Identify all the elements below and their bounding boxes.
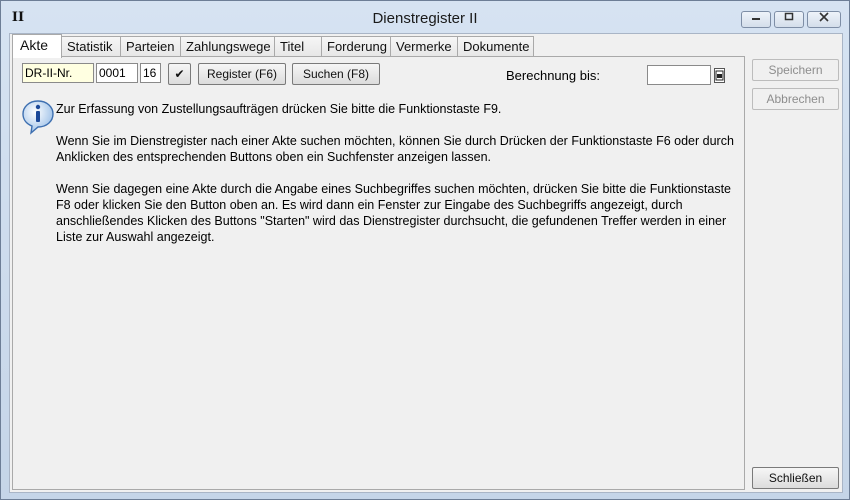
tab-parteien[interactable]: Parteien — [120, 36, 181, 57]
window-title: Dienstregister II — [372, 10, 478, 27]
info-icon — [22, 100, 54, 135]
close-button[interactable] — [807, 11, 841, 28]
info-paragraph-keyword: Wenn Sie dagegen eine Akte durch die Ang… — [56, 182, 731, 244]
tab-zahlungswege[interactable]: Zahlungswege — [180, 36, 275, 57]
app-window: II Dienstregister II Akte Statistik Part… — [0, 0, 850, 500]
info-line-f9: Zur Erfassung von Zustellungsaufträgen d… — [56, 102, 502, 116]
minimize-icon — [752, 18, 760, 20]
check-icon: ✔ — [174, 67, 185, 81]
title-bar: II Dienstregister II — [1, 1, 849, 33]
tab-akte[interactable]: Akte — [12, 34, 62, 58]
search-button[interactable]: Suchen (F8) — [292, 63, 380, 85]
register-button[interactable]: Register (F6) — [198, 63, 286, 85]
maximize-button[interactable] — [774, 11, 804, 28]
info-paragraph-search: Wenn Sie im Dienstregister nach einer Ak… — [56, 134, 734, 164]
berechnung-date-field[interactable] — [647, 65, 711, 85]
tab-forderung[interactable]: Forderung — [321, 36, 391, 57]
register-year-field[interactable]: 16 — [140, 63, 161, 83]
maximize-icon — [784, 12, 794, 21]
save-button[interactable]: Speichern — [752, 59, 839, 81]
cancel-button[interactable]: Abbrechen — [752, 88, 839, 110]
register-number-field[interactable]: 0001 — [96, 63, 138, 83]
tab-vermerke[interactable]: Vermerke — [390, 36, 458, 57]
calendar-icon — [715, 70, 724, 81]
client-area: Akte Statistik Parteien Zahlungswege Tit… — [9, 33, 843, 493]
confirm-button[interactable]: ✔ — [168, 63, 191, 85]
close-window-button[interactable]: Schließen — [752, 467, 839, 489]
berechnung-label: Berechnung bis: — [506, 68, 600, 83]
akte-panel: DR-II-Nr. 0001 16 ✔ Register (F6) Suchen… — [12, 56, 745, 490]
tab-dokumente[interactable]: Dokumente — [457, 36, 534, 57]
action-sidebar: Speichern Abbrechen Schließen — [745, 56, 842, 490]
close-icon — [819, 12, 829, 22]
tab-titel[interactable]: Titel — [274, 36, 322, 57]
calendar-button[interactable] — [714, 68, 725, 83]
minimize-button[interactable] — [741, 11, 771, 28]
register-prefix-field[interactable]: DR-II-Nr. — [22, 63, 94, 83]
tab-statistik[interactable]: Statistik — [61, 36, 121, 57]
